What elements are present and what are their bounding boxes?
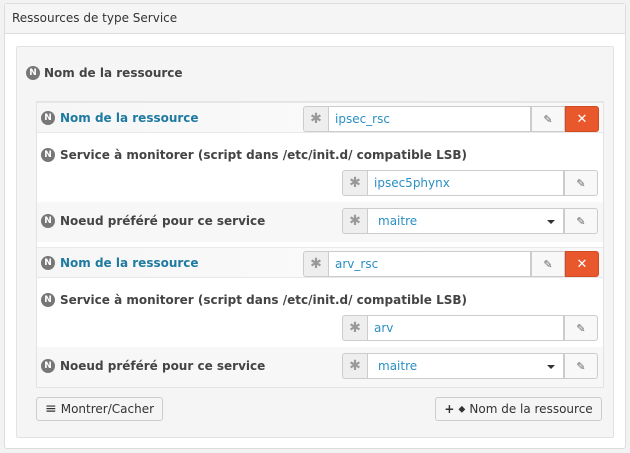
asterisk-icon: ✱ — [342, 170, 367, 196]
asterisk-icon: ✱ — [342, 353, 367, 379]
service-label-text: Service à monitorer (script dans /etc/in… — [60, 148, 468, 162]
edit-icon[interactable]: ✎ — [531, 106, 565, 132]
add-resource-label: Nom de la ressource — [469, 402, 593, 416]
node-select-value: maitre — [378, 214, 418, 228]
delete-button[interactable]: ✕ — [565, 251, 599, 277]
resource-section: N Nom de la ressource N Nom de la ressou… — [16, 46, 614, 438]
asterisk-icon: ✱ — [342, 315, 367, 341]
resource-name-input-group: ✱ ipsec_rsc ✎ ✕ — [303, 106, 599, 132]
n-badge-icon: N — [41, 214, 55, 228]
node-select-value: maitre — [378, 359, 418, 373]
delete-button[interactable]: ✕ — [565, 106, 599, 132]
show-hide-button[interactable]: ≡ Montrer/Cacher — [36, 397, 163, 421]
node-label-text: Noeud préféré pour ce service — [60, 359, 266, 373]
list-icon: ≡ — [44, 401, 57, 417]
service-input[interactable]: ipsec5phynx — [367, 170, 564, 196]
edit-icon[interactable]: ✎ — [564, 315, 598, 341]
service-label-text: Service à monitorer (script dans /etc/in… — [60, 293, 468, 307]
node-select[interactable]: maitre — [367, 208, 564, 234]
node-label: N Noeud préféré pour ce service — [41, 214, 265, 228]
edit-icon[interactable]: ✎ — [564, 170, 598, 196]
caret-down-icon — [547, 365, 555, 369]
add-resource-button[interactable]: + ⬥ Nom de la ressource — [435, 397, 602, 421]
resource-name-input-group: ✱ arv_rsc ✎ ✕ — [303, 251, 599, 277]
tag-icon: ⬥ — [458, 403, 466, 415]
caret-down-icon — [547, 220, 555, 224]
panel-title: Ressources de type Service — [5, 4, 625, 34]
n-badge-icon: N — [41, 111, 55, 125]
node-row: N Noeud préféré pour ce service ✱ maitre… — [37, 202, 603, 242]
section-title: N Nom de la ressource — [26, 66, 183, 80]
edit-icon[interactable]: ✎ — [564, 353, 598, 379]
node-select-group: ✱ maitre ✎ — [342, 208, 598, 234]
section-title-label: Nom de la ressource — [44, 66, 183, 80]
node-row: N Noeud préféré pour ce service ✱ maitre… — [37, 347, 603, 387]
resource-name-input[interactable]: ipsec_rsc — [328, 106, 531, 132]
edit-icon[interactable]: ✎ — [564, 208, 598, 234]
resource-name-label: N Nom de la ressource — [41, 256, 199, 270]
service-label: N Service à monitorer (script dans /etc/… — [41, 148, 467, 162]
plus-icon: + — [444, 402, 455, 416]
service-input-group: ✱ ipsec5phynx ✎ — [342, 170, 598, 196]
resource-name-row: N Nom de la ressource ✱ arv_rsc ✎ ✕ — [37, 247, 603, 278]
node-select-group: ✱ maitre ✎ — [342, 353, 598, 379]
resource-name-row: N Nom de la ressource ✱ ipsec_rsc ✎ ✕ — [37, 102, 603, 133]
n-badge-icon: N — [26, 66, 40, 80]
asterisk-icon: ✱ — [342, 208, 367, 234]
node-label: N Noeud préféré pour ce service — [41, 359, 265, 373]
resource-name-label: N Nom de la ressource — [41, 111, 199, 125]
resource-name-input[interactable]: arv_rsc — [328, 251, 531, 277]
n-badge-icon: N — [41, 293, 55, 307]
resource-list: N Nom de la ressource ✱ ipsec_rsc ✎ ✕ N … — [36, 101, 604, 388]
edit-icon[interactable]: ✎ — [531, 251, 565, 277]
show-hide-label: Montrer/Cacher — [60, 402, 155, 416]
asterisk-icon: ✱ — [303, 251, 328, 277]
service-input-group: ✱ arv ✎ — [342, 315, 598, 341]
service-label: N Service à monitorer (script dans /etc/… — [41, 293, 467, 307]
n-badge-icon: N — [41, 256, 55, 270]
service-input[interactable]: arv — [367, 315, 564, 341]
n-badge-icon: N — [41, 148, 55, 162]
resource-name-label-text: Nom de la ressource — [60, 256, 199, 270]
node-label-text: Noeud préféré pour ce service — [60, 214, 266, 228]
n-badge-icon: N — [41, 359, 55, 373]
resource-name-label-text: Nom de la ressource — [60, 111, 199, 125]
resources-panel: Ressources de type Service N Nom de la r… — [4, 3, 626, 449]
asterisk-icon: ✱ — [303, 106, 328, 132]
node-select[interactable]: maitre — [367, 353, 564, 379]
